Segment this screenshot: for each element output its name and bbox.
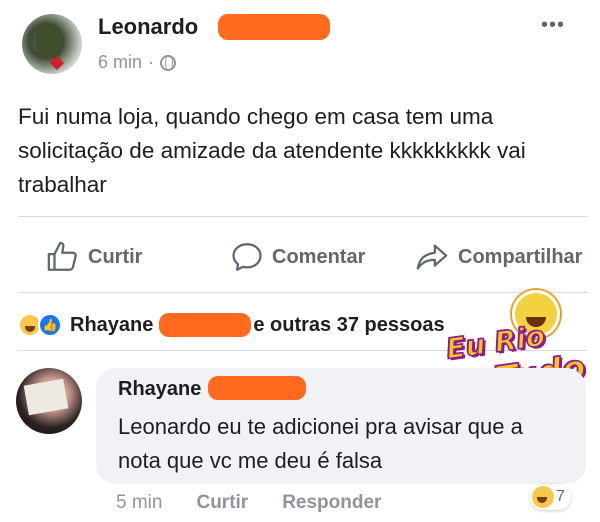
divider [18,216,588,217]
avatar-heart [49,55,65,71]
comment-reaction-badge[interactable]: 7 [530,484,571,510]
reactor-others: e outras 37 pessoas [253,313,445,336]
share-arrow-icon [416,244,448,270]
post-meta: 6 min · [98,52,177,73]
avatar-plant [36,24,62,58]
globe-icon [160,54,177,71]
reactions-summary[interactable]: 👍 Rhayane e outras 37 pessoas [18,313,445,337]
post-text: Fui numa loja, quando chego em casa tem … [18,104,526,197]
more-options-icon[interactable]: ••• [541,14,565,37]
like-button[interactable]: Curtir [46,240,142,274]
share-label: Compartilhar [458,245,583,268]
comment-author[interactable]: Rhayane [118,378,201,401]
meta-separator: · [148,52,155,72]
comment-button[interactable]: Comentar [230,240,365,274]
speech-bubble-icon [232,243,262,271]
reactor-name-redaction [159,313,252,337]
comment-author-redaction [208,376,306,400]
like-reaction-icon: 👍 [38,313,62,337]
haha-reaction-icon [532,486,554,508]
author-name[interactable]: Leonardo [98,14,198,40]
share-button[interactable]: Compartilhar [414,240,582,274]
action-bar: Curtir Comentar Compartilhar [0,228,600,284]
post-header: Leonardo 6 min · ••• [0,0,600,95]
post-time[interactable]: 6 min [98,52,142,73]
comment-time[interactable]: 5 min [116,492,162,514]
comment-reply-button[interactable]: Responder [282,492,381,514]
author-avatar[interactable] [22,14,82,74]
divider [18,292,588,293]
comment-label: Comentar [272,245,366,268]
author-name-redaction [218,14,330,40]
comment-reaction-count: 7 [556,488,565,505]
avatar-paper [23,378,69,416]
thumbs-up-icon [47,241,77,271]
commenter-avatar[interactable] [16,368,82,434]
comment-like-button[interactable]: Curtir [196,492,248,514]
comment-text: Leonardo eu te adicionei pra avisar que … [118,414,523,473]
reactor-name: Rhayane [70,313,154,336]
like-label: Curtir [88,245,143,268]
comment-actions: 5 min Curtir Responder [116,492,415,514]
